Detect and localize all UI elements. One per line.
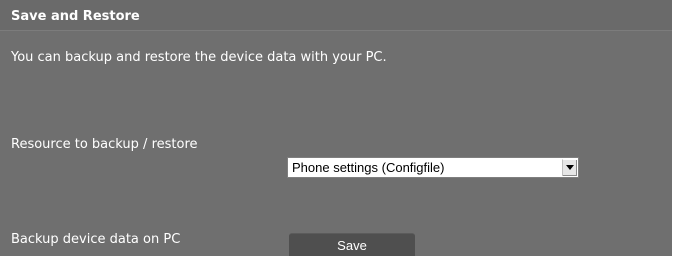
save-button-label: Save (337, 238, 367, 253)
save-restore-panel: Save and Restore You can backup and rest… (0, 0, 672, 256)
resource-select-value: Phone settings (Configfile) (292, 160, 445, 175)
section-header: Save and Restore (0, 0, 672, 31)
section-description: You can backup and restore the device da… (11, 50, 387, 65)
resource-select[interactable]: Phone settings (Configfile) (287, 157, 579, 178)
dropdown-arrow-button[interactable] (562, 159, 577, 176)
backup-label: Backup device data on PC (11, 232, 181, 247)
resource-label: Resource to backup / restore (11, 137, 198, 152)
section-title: Save and Restore (11, 9, 140, 24)
chevron-down-icon (566, 165, 574, 170)
save-button[interactable]: Save (289, 233, 415, 256)
